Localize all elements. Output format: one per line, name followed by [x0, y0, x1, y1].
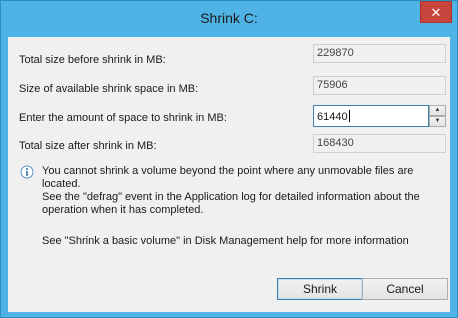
shrink-amount-label: Enter the amount of space to shrink in M… — [19, 112, 227, 124]
text-caret — [348, 110, 350, 122]
shrink-amount-spinner[interactable]: ▲ ▼ — [429, 105, 446, 127]
title-bar[interactable]: Shrink C: ✕ — [1, 1, 457, 37]
spin-down-button[interactable]: ▼ — [429, 116, 446, 127]
available-space-label: Size of available shrink space in MB: — [19, 83, 199, 95]
shrink-amount-value: 61440 — [317, 111, 348, 123]
info-line-1: You cannot shrink a volume beyond the po… — [42, 165, 414, 190]
total-after-value: 168430 — [313, 134, 446, 153]
help-note: See "Shrink a basic volume" in Disk Mana… — [42, 235, 409, 247]
total-before-label: Total size before shrink in MB: — [19, 54, 166, 66]
shrink-button[interactable]: Shrink — [277, 278, 363, 300]
close-icon: ✕ — [430, 5, 442, 20]
dialog-client-area: Total size before shrink in MB: 229870 S… — [8, 37, 450, 312]
available-space-value: 75906 — [313, 76, 446, 95]
info-line-3: operation when it has completed. — [42, 204, 204, 216]
spin-up-button[interactable]: ▲ — [429, 105, 446, 116]
cancel-button[interactable]: Cancel — [362, 278, 448, 300]
info-line-2: See the "defrag" event in the Applicatio… — [42, 191, 420, 203]
shrink-amount-input[interactable]: 61440 — [313, 105, 429, 127]
shrink-dialog-window: Shrink C: ✕ Total size before shrink in … — [0, 0, 458, 318]
info-icon — [20, 165, 34, 179]
info-message: You cannot shrink a volume beyond the po… — [42, 165, 446, 217]
close-button[interactable]: ✕ — [420, 1, 452, 23]
total-after-label: Total size after shrink in MB: — [19, 140, 157, 152]
chevron-up-icon: ▲ — [434, 107, 441, 113]
chevron-down-icon: ▼ — [434, 118, 441, 124]
window-title: Shrink C: — [200, 10, 258, 26]
total-before-value: 229870 — [313, 44, 446, 63]
